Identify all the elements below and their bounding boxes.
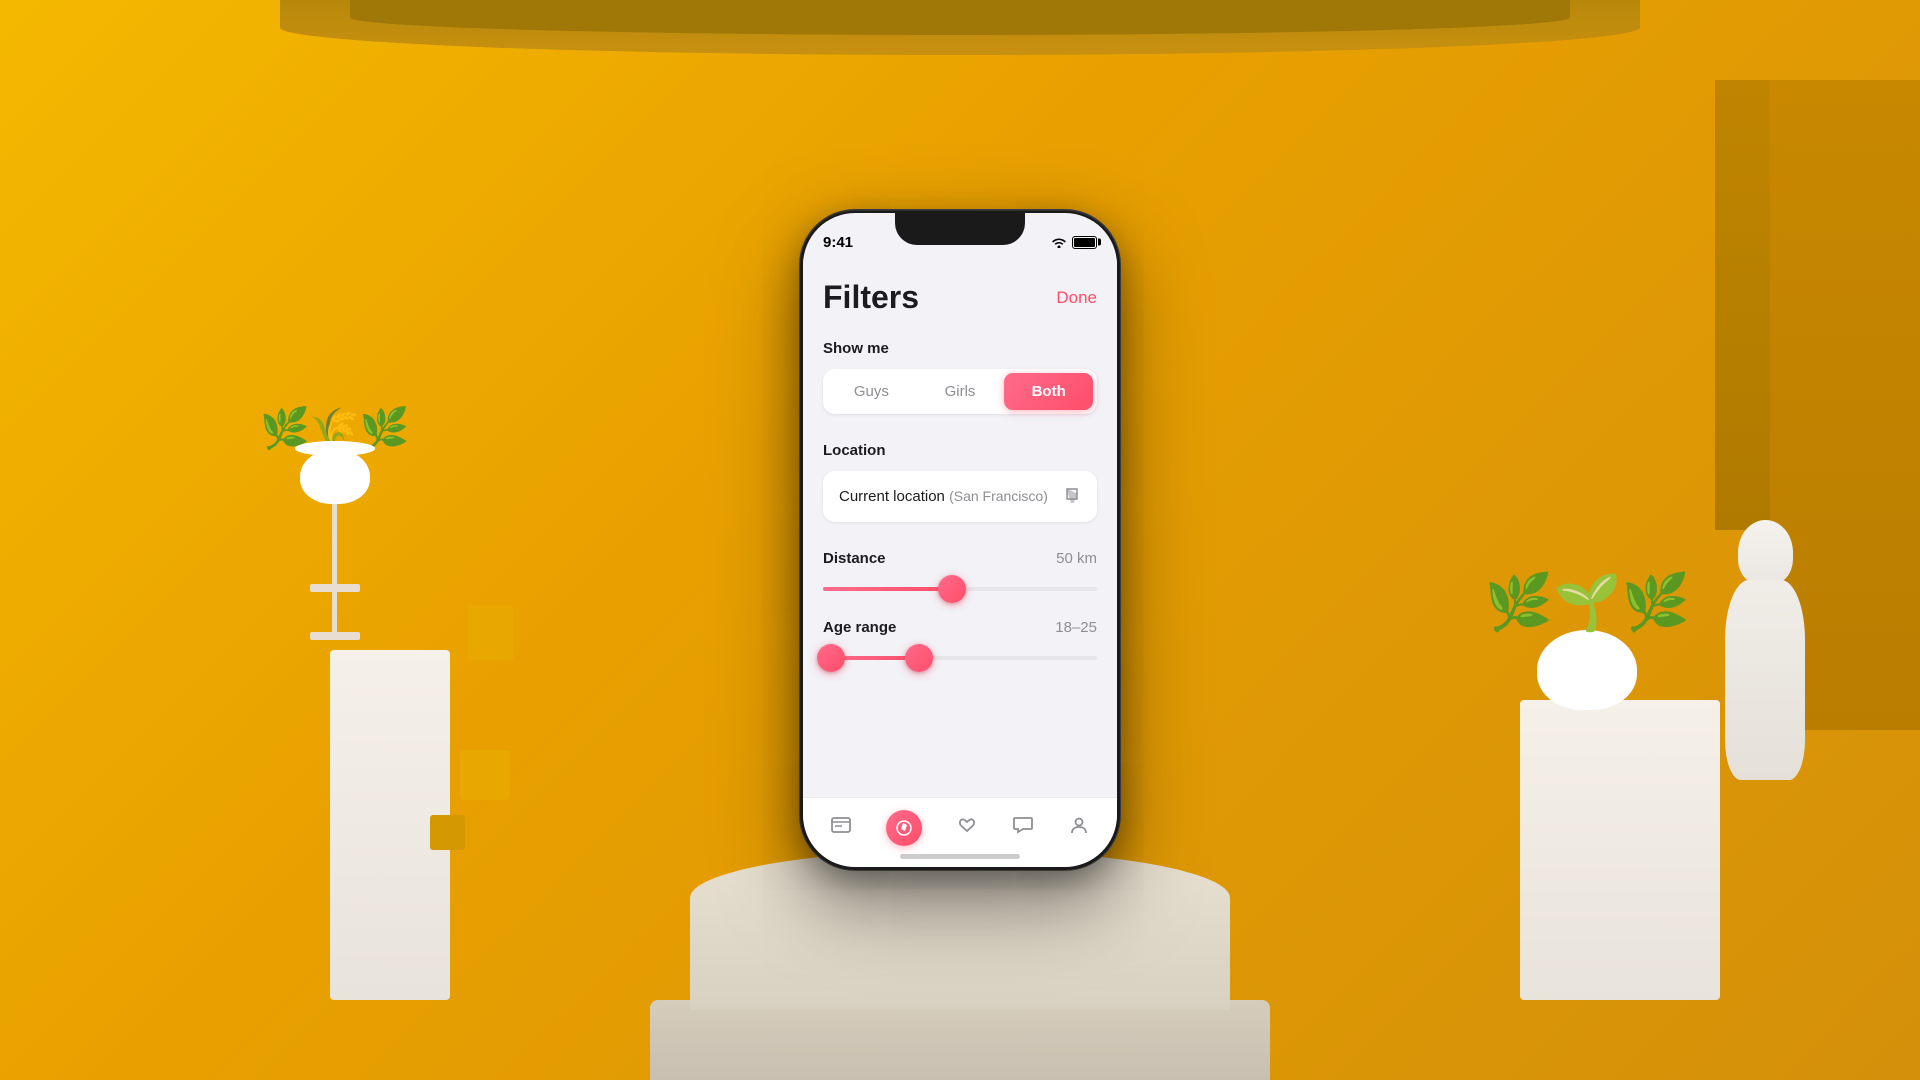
phone-container: 9:41 Filters Done <box>800 210 1120 870</box>
messages-icon <box>1012 814 1034 842</box>
tab-messages[interactable] <box>998 808 1048 848</box>
home-indicator <box>900 854 1020 859</box>
pedestal-top <box>690 850 1230 1010</box>
cards-icon <box>830 814 852 842</box>
profile-icon <box>1068 814 1090 842</box>
age-range-max-thumb[interactable] <box>905 644 933 672</box>
favorites-icon <box>956 814 978 842</box>
distance-slider-fill <box>823 587 952 591</box>
age-range-min-thumb[interactable] <box>817 644 845 672</box>
phone-screen: 9:41 Filters Done <box>803 213 1117 867</box>
distance-label: Distance <box>823 550 886 567</box>
age-range-section: Age range 18–25 <box>823 619 1097 660</box>
distance-slider-track[interactable] <box>823 587 1097 591</box>
statue <box>1710 520 1820 780</box>
pedestal-base <box>650 1000 1270 1080</box>
age-range-header: Age range 18–25 <box>823 619 1097 636</box>
phone-frame: 9:41 Filters Done <box>800 210 1120 870</box>
phone-notch <box>895 213 1025 245</box>
plant-left: 🌿🌾🌿 <box>260 409 409 640</box>
show-me-label: Show me <box>823 340 1097 357</box>
age-range-slider-track[interactable] <box>823 656 1097 660</box>
age-range-label: Age range <box>823 619 896 636</box>
location-field[interactable]: Current location (San Francisco) <box>823 471 1097 522</box>
location-text: Current location (San Francisco) <box>839 488 1063 505</box>
app-content: Filters Done Show me Guys Girls Both Loc… <box>803 259 1117 797</box>
page-title: Filters <box>823 279 919 316</box>
age-range-value: 18–25 <box>1055 619 1097 636</box>
location-value: Current location <box>839 488 945 505</box>
small-yellow-box-2 <box>430 815 465 850</box>
plant-right: 🌿🌱🌿 <box>1485 575 1690 710</box>
location-arrow-icon <box>1063 485 1081 508</box>
right-white-box-1 <box>1520 700 1720 1000</box>
seg-girls[interactable]: Girls <box>916 373 1005 410</box>
seg-both[interactable]: Both <box>1004 373 1093 410</box>
tab-discover[interactable] <box>872 804 936 852</box>
wifi-icon <box>1051 236 1067 248</box>
status-icons <box>1051 236 1097 249</box>
small-yellow-box-1 <box>460 750 510 800</box>
small-house <box>468 605 513 660</box>
top-arch-inner <box>350 0 1570 35</box>
tab-profile[interactable] <box>1054 808 1104 848</box>
tab-cards[interactable] <box>816 808 866 848</box>
app-header: Filters Done <box>823 279 1097 316</box>
battery-icon <box>1072 236 1097 249</box>
discover-icon <box>886 810 922 846</box>
distance-value: 50 km <box>1056 550 1097 567</box>
distance-header: Distance 50 km <box>823 550 1097 567</box>
tab-favorites[interactable] <box>942 808 992 848</box>
show-me-section: Show me Guys Girls Both <box>823 340 1097 414</box>
distance-slider-thumb[interactable] <box>938 575 966 603</box>
status-time: 9:41 <box>823 234 853 251</box>
segmented-control: Guys Girls Both <box>823 369 1097 414</box>
done-button[interactable]: Done <box>1056 288 1097 308</box>
location-sub: (San Francisco) <box>949 488 1048 504</box>
seg-guys[interactable]: Guys <box>827 373 916 410</box>
location-label: Location <box>823 442 1097 459</box>
location-section: Location Current location (San Francisco… <box>823 442 1097 522</box>
distance-section: Distance 50 km <box>823 550 1097 591</box>
right-wall-2 <box>1715 80 1770 530</box>
